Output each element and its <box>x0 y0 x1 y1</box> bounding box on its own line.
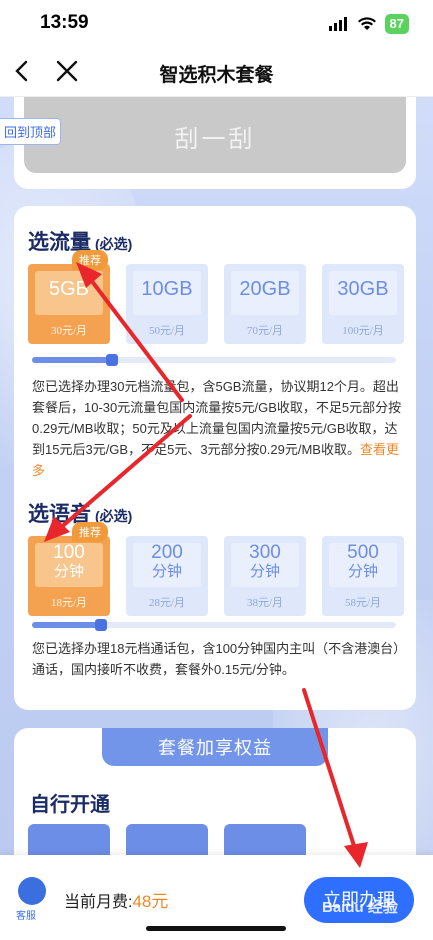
benefits-subtitle: 自行开通 <box>30 794 110 816</box>
traffic-description: 您已选择办理30元档流量包，含5GB流量，协议期12个月。超出套餐后，10-30… <box>32 376 404 481</box>
wifi-icon <box>357 17 376 30</box>
option-price: 58元/月 <box>344 597 382 609</box>
option-unit: 分钟 <box>151 563 182 580</box>
option-unit: 分钟 <box>249 563 280 580</box>
option-unit: 分钟 <box>347 563 378 580</box>
benefits-header: 套餐加享权益 <box>102 728 328 766</box>
package-selection-panel: 选流量 (必选) 5GB 30元/月 推荐 10GB 50元/月 20GB 70元… <box>14 206 416 710</box>
monthly-fee-label: 当前月费: <box>64 894 133 911</box>
page-title: 智选积木套餐 <box>159 65 274 86</box>
voice-option-500[interactable]: 500 分钟 58元/月 <box>322 536 404 616</box>
watermark: Baidu 经验 <box>322 899 398 916</box>
customer-service-label[interactable]: 客服 <box>16 907 36 922</box>
option-amount: 10GB <box>141 278 193 300</box>
status-bar: 13:59 87 <box>0 0 433 48</box>
scratch-card: 刮一刮 <box>14 97 416 189</box>
option-price: 18元/月 <box>50 597 88 609</box>
option-unit: 分钟 <box>53 563 84 580</box>
traffic-slider[interactable] <box>32 354 396 366</box>
signal-icon <box>328 17 347 31</box>
customer-service-icon[interactable] <box>18 877 46 905</box>
voice-description: 您已选择办理18元档通话包，含100分钟国内主叫（不含港澳台）通话，国内接听不收… <box>32 641 400 677</box>
traffic-option-5gb[interactable]: 5GB 30元/月 推荐 <box>28 250 110 344</box>
option-price: 100元/月 <box>342 325 384 337</box>
option-minutes: 200 <box>151 542 183 563</box>
option-amount: 5GB <box>48 278 90 300</box>
traffic-slider-fill <box>32 357 113 363</box>
status-time: 13:59 <box>40 12 89 33</box>
monthly-fee-value: 48元 <box>132 892 169 911</box>
traffic-description-text: 您已选择办理30元档流量包，含5GB流量，协议期12个月。超出套餐后，10-30… <box>32 379 402 457</box>
nav-bar: 智选积木套餐 <box>0 48 433 97</box>
traffic-option-10gb[interactable]: 10GB 50元/月 <box>126 264 208 344</box>
option-minutes: 300 <box>249 542 281 563</box>
voice-slider[interactable] <box>32 619 396 631</box>
option-amount: 20GB <box>239 278 291 300</box>
voice-option-300[interactable]: 300 分钟 38元/月 <box>224 536 306 616</box>
option-minutes: 100 <box>53 542 85 563</box>
home-indicator <box>146 926 286 931</box>
option-amount: 500 分钟 <box>322 542 404 581</box>
traffic-option-20gb[interactable]: 20GB 70元/月 <box>224 264 306 344</box>
recommend-badge: 推荐 <box>72 522 108 542</box>
option-amount: 100 分钟 <box>28 542 110 581</box>
back-to-top-button[interactable]: 回到顶部 <box>0 118 62 145</box>
option-amount: 30GB <box>337 278 389 300</box>
option-price: 70元/月 <box>246 325 284 337</box>
traffic-slider-thumb[interactable] <box>106 354 119 366</box>
monthly-fee: 当前月费:48元 <box>64 887 168 912</box>
option-minutes: 500 <box>347 542 379 563</box>
battery-indicator: 87 <box>384 14 409 34</box>
voice-slider-fill <box>32 622 102 628</box>
voice-slider-thumb[interactable] <box>95 619 108 631</box>
option-price: 28元/月 <box>148 597 186 609</box>
status-icons: 87 <box>328 14 409 34</box>
option-amount: 300 分钟 <box>224 542 306 581</box>
traffic-option-30gb[interactable]: 30GB 100元/月 <box>322 264 404 344</box>
voice-option-100[interactable]: 100 分钟 18元/月 推荐 <box>28 522 110 616</box>
option-price: 38元/月 <box>246 597 284 609</box>
option-price: 50元/月 <box>148 325 186 337</box>
scratch-label: 刮一刮 <box>174 126 256 153</box>
scratch-area[interactable]: 刮一刮 <box>24 97 406 173</box>
option-amount: 200 分钟 <box>126 542 208 581</box>
voice-option-200[interactable]: 200 分钟 28元/月 <box>126 536 208 616</box>
option-price: 30元/月 <box>50 325 88 337</box>
recommend-badge: 推荐 <box>72 250 108 270</box>
